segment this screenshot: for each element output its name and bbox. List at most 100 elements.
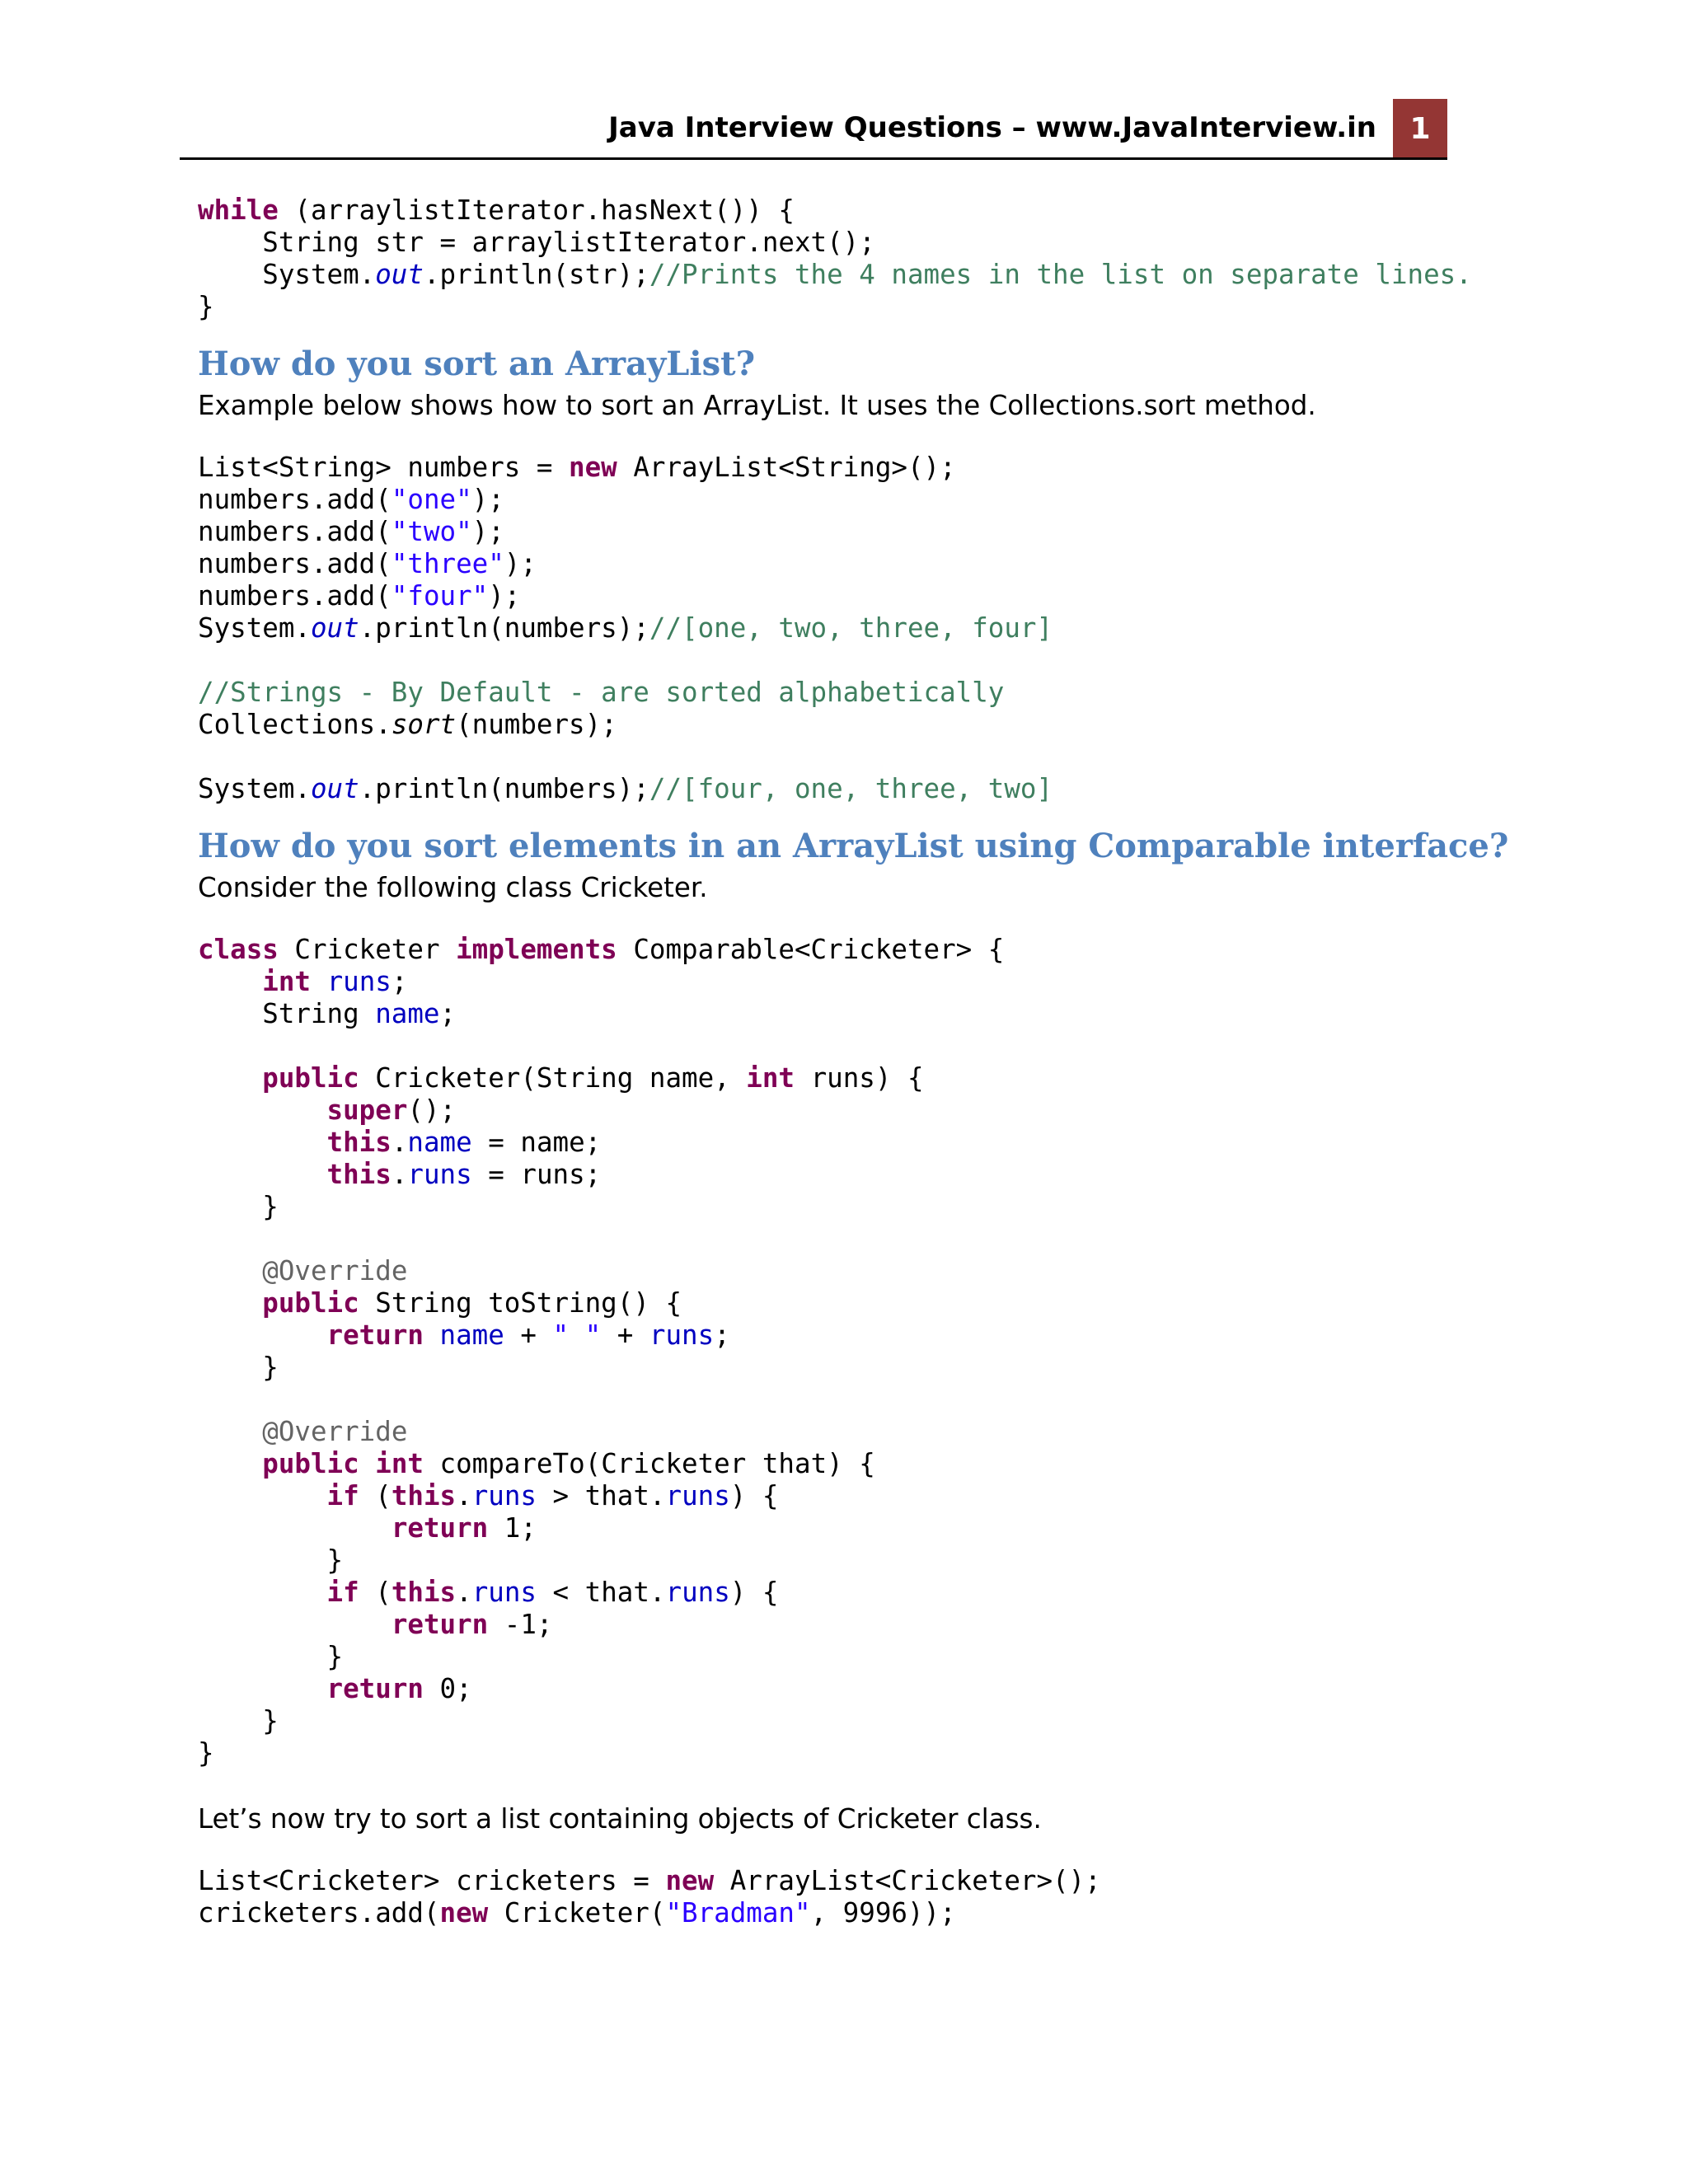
section-heading-comparable: How do you sort elements in an ArrayList… <box>198 827 1509 865</box>
code-keyword: implements <box>456 934 617 965</box>
code-text: ); <box>471 484 504 515</box>
code-text: 1; <box>488 1512 537 1544</box>
code-field: name <box>375 998 440 1029</box>
code-text: . <box>391 1127 408 1158</box>
code-text: numbers.add( <box>198 516 392 547</box>
code-field: runs <box>471 1577 537 1608</box>
code-text: } <box>198 1737 214 1769</box>
code-text: . <box>456 1577 472 1608</box>
code-text: ; <box>439 998 457 1029</box>
code-text: } <box>198 1705 279 1736</box>
code-text: Cricketer <box>278 934 457 965</box>
code-keyword: class <box>198 934 279 965</box>
code-text: String toString() { <box>359 1287 682 1319</box>
code-string: "one" <box>391 484 472 515</box>
code-text: String str = arraylistIterator.next(); <box>198 227 875 258</box>
code-text: System. <box>198 773 311 804</box>
code-text: List<String> numbers = <box>198 452 570 483</box>
code-keyword: public <box>262 1287 359 1319</box>
code-keyword: int <box>262 966 311 997</box>
code-text: ; <box>391 966 408 997</box>
code-static-field: out <box>310 773 359 804</box>
header-rule <box>180 157 1447 160</box>
code-text: ) { <box>729 1577 779 1608</box>
section-heading-sort-arraylist: How do you sort an ArrayList? <box>198 344 756 383</box>
code-text: ; <box>714 1319 730 1351</box>
code-annotation: @Override <box>262 1255 408 1286</box>
code-text: .println(numbers); <box>359 773 649 804</box>
code-keyword: public <box>262 1062 359 1094</box>
code-string: "three" <box>391 548 504 579</box>
code-text: runs) { <box>795 1062 924 1094</box>
code-text: ArrayList<String>(); <box>617 452 956 483</box>
code-keyword: new <box>665 1865 715 1896</box>
code-keyword: int <box>375 1448 424 1479</box>
code-text: (); <box>407 1094 457 1126</box>
code-text: . <box>391 1159 408 1190</box>
code-text: List<Cricketer> cricketers = <box>198 1865 666 1896</box>
code-field: name <box>439 1319 504 1351</box>
code-text: String <box>198 998 376 1029</box>
code-string: "four" <box>391 580 489 612</box>
code-annotation: @Override <box>262 1416 408 1447</box>
section-paragraph: Example below shows how to sort an Array… <box>198 390 1316 421</box>
code-field: runs <box>407 1159 472 1190</box>
code-text: .println(numbers); <box>359 612 649 644</box>
code-text: Comparable<Cricketer> { <box>617 934 1005 965</box>
code-keyword: while <box>198 194 279 226</box>
code-comment: //[one, two, three, four] <box>649 612 1053 644</box>
code-text: Cricketer(String name, <box>359 1062 747 1094</box>
code-text: < that. <box>536 1577 666 1608</box>
code-text: ) { <box>729 1480 779 1511</box>
code-text: > that. <box>536 1480 666 1511</box>
section-paragraph: Consider the following class Cricketer. <box>198 872 708 903</box>
code-block-cricketer-list: List<Cricketer> cricketers = new ArrayLi… <box>198 1865 1434 1929</box>
code-static-field: out <box>375 259 424 290</box>
code-text: , 9996)); <box>810 1897 956 1929</box>
code-text: (arraylistIterator.hasNext()) { <box>278 194 795 226</box>
code-text: } <box>198 1544 344 1576</box>
code-field: runs <box>326 966 392 997</box>
code-text: numbers.add( <box>198 484 392 515</box>
code-keyword: return <box>391 1609 489 1640</box>
code-keyword: if <box>326 1480 359 1511</box>
code-text: 0; <box>423 1673 472 1704</box>
code-text: System. <box>198 612 311 644</box>
code-field: runs <box>649 1319 715 1351</box>
code-text: numbers.add( <box>198 548 392 579</box>
code-text: ArrayList<Cricketer>(); <box>714 1865 1101 1896</box>
code-text: = name; <box>471 1127 602 1158</box>
code-text: Collections. <box>198 709 392 740</box>
code-text: + <box>601 1319 649 1351</box>
code-text: . <box>456 1480 472 1511</box>
code-keyword: this <box>391 1480 457 1511</box>
code-keyword: public <box>262 1448 359 1479</box>
code-keyword: return <box>326 1673 424 1704</box>
code-text: ( <box>359 1577 392 1608</box>
code-text: (numbers); <box>456 709 617 740</box>
code-field: name <box>407 1127 472 1158</box>
section-paragraph: Let’s now try to sort a list containing … <box>198 1803 1042 1835</box>
code-keyword: this <box>391 1577 457 1608</box>
code-text: + <box>504 1319 553 1351</box>
code-text: compareTo(Cricketer that) { <box>423 1448 875 1479</box>
code-string: "Bradman" <box>665 1897 811 1929</box>
code-text: = runs; <box>471 1159 602 1190</box>
code-string: "two" <box>391 516 472 547</box>
page-header: Java Interview Questions – www.JavaInter… <box>180 99 1447 160</box>
code-text: } <box>198 1641 344 1672</box>
